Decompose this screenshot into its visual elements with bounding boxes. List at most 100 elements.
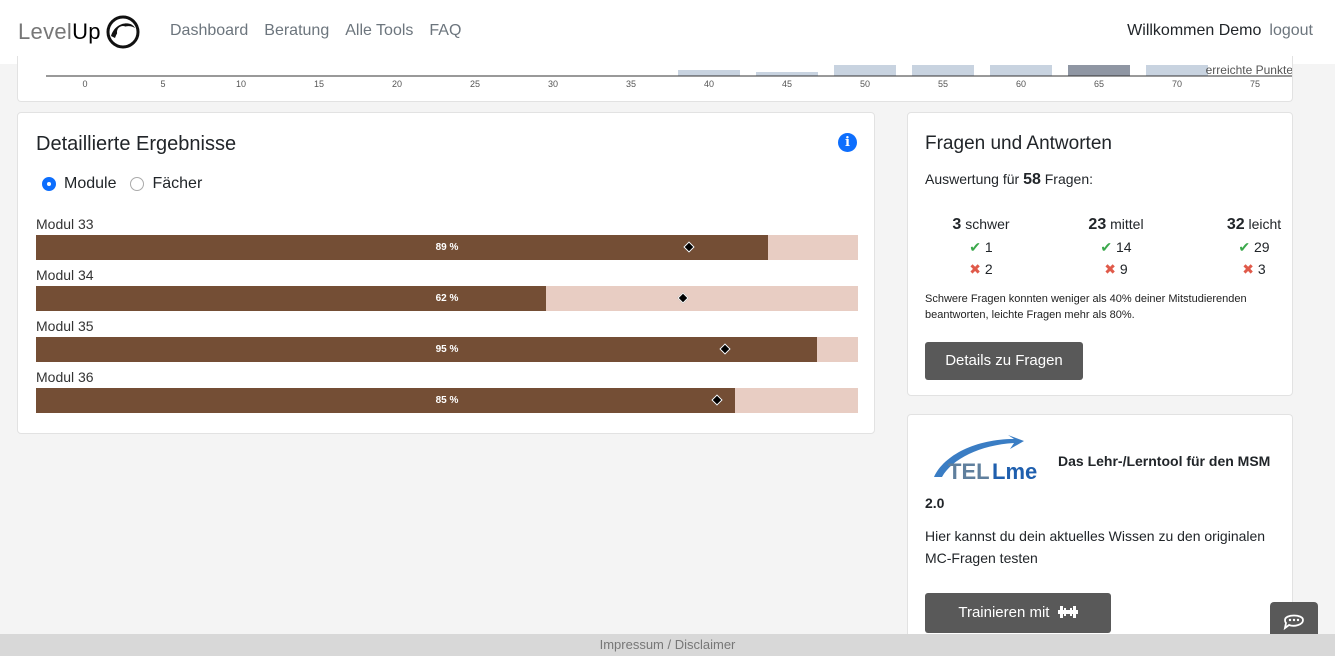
- x-axis-label: erreichte Punkte: [1206, 63, 1293, 77]
- module-bar-track: 89 %: [36, 235, 858, 260]
- module-percent: 85 %: [435, 395, 459, 406]
- module-row[interactable]: Modul 36 85 %: [36, 369, 858, 413]
- nav-faq[interactable]: FAQ: [429, 22, 461, 40]
- main-nav: Dashboard Beratung Alle Tools FAQ: [170, 22, 461, 40]
- nav-dashboard[interactable]: Dashboard: [170, 22, 248, 40]
- cross-icon: ✖: [969, 261, 982, 277]
- x-tick-label: 70: [1172, 79, 1182, 89]
- qa-summary: Auswertung für 58 Fragen:: [925, 171, 1093, 189]
- hard-count: 3: [952, 216, 962, 233]
- logout-link[interactable]: logout: [1269, 22, 1313, 40]
- user-area: Willkommen Demo logout: [1127, 22, 1313, 40]
- navbar: Level Up Dashboard Beratung Alle Tools FA…: [0, 0, 1335, 64]
- points-histogram: 0 5 10 15 20 25 30 35 40 45 50 55 60 65 70 75 erreichte…: [46, 63, 1293, 89]
- module-label: Modul 33: [36, 216, 94, 232]
- nav-alle-tools[interactable]: Alle Tools: [345, 22, 413, 40]
- results-title: Detaillierte Ergebnisse: [36, 133, 237, 155]
- qa-note: Schwere Fragen konnten weniger als 40% d…: [925, 293, 1247, 321]
- x-tick-label: 35: [626, 79, 636, 89]
- easy-wrong: 3: [1257, 261, 1266, 277]
- medium-correct: 14: [1116, 239, 1132, 255]
- details-questions-button[interactable]: Details zu Fragen: [925, 342, 1083, 380]
- x-tick-label: 45: [782, 79, 792, 89]
- hist-bar: [1146, 65, 1208, 76]
- view-toggle: Module Fächer: [42, 175, 216, 193]
- tellme-logo-text-a: TEL: [948, 459, 990, 483]
- module-percent: 89 %: [435, 242, 459, 253]
- easy-count: 32: [1226, 216, 1245, 233]
- qa-title: Fragen und Antworten: [925, 133, 1112, 154]
- train-with-label: Trainieren mit: [958, 604, 1050, 621]
- hist-bar: [834, 65, 896, 76]
- tellme-version: 2.0: [925, 495, 945, 511]
- footer: Impressum / Disclaimer: [0, 634, 1335, 656]
- hist-bar: [990, 65, 1052, 76]
- module-label: Modul 35: [36, 318, 94, 334]
- module-bar-track: 95 %: [36, 337, 858, 362]
- module-percent: 95 %: [435, 344, 459, 355]
- cross-icon: ✖: [1104, 261, 1117, 277]
- module-row[interactable]: Modul 34 62 %: [36, 267, 858, 311]
- qa-summary-prefix: Auswertung für: [925, 171, 1020, 187]
- x-tick-label: 40: [704, 79, 714, 89]
- check-icon: ✔: [1238, 239, 1251, 255]
- hist-bar: [756, 72, 818, 76]
- hist-bar: [912, 65, 974, 76]
- qa-summary-suffix: Fragen:: [1044, 171, 1093, 187]
- medium-wrong: 9: [1119, 261, 1128, 277]
- hist-bar-highlight: [1068, 65, 1130, 76]
- module-bar-track: 62 %: [36, 286, 858, 311]
- qa-col-easy: 32 leicht ✔ 29 ✖ 3: [1218, 213, 1290, 280]
- radio-subjects-label[interactable]: Fächer: [152, 175, 202, 193]
- dumbbell-icon: [1057, 606, 1078, 618]
- levelup-swirl-icon: [106, 15, 140, 49]
- hist-bar: [678, 70, 740, 76]
- brand-text-up: Up: [72, 19, 101, 44]
- x-tick-label: 20: [392, 79, 402, 89]
- train-with-button[interactable]: Trainieren mit: [925, 593, 1111, 633]
- x-axis-ticks: 0 5 10 15 20 25 30 35 40 45 50 55 60 65 70 75: [82, 79, 1260, 89]
- questions-answers-card: Fragen und Antworten Auswertung für 58 F…: [907, 112, 1293, 396]
- chat-button[interactable]: [1270, 602, 1318, 638]
- info-icon[interactable]: i: [838, 133, 857, 152]
- x-tick-label: 55: [938, 79, 948, 89]
- x-tick-label: 25: [470, 79, 480, 89]
- brand-text-level: Level: [18, 19, 73, 44]
- check-icon: ✔: [1100, 239, 1113, 255]
- chat-icon: [1283, 614, 1304, 631]
- module-row[interactable]: Modul 35 95 %: [36, 318, 858, 362]
- x-tick-label: 60: [1016, 79, 1026, 89]
- impressum-link[interactable]: Impressum / Disclaimer: [600, 637, 736, 652]
- qa-col-hard: 3 schwer ✔ 1 ✖ 2: [946, 213, 1016, 280]
- module-row[interactable]: Modul 33 89 %: [36, 216, 858, 260]
- hard-label: schwer: [965, 216, 1010, 232]
- qa-total-count: 58: [1023, 171, 1041, 188]
- module-label: Modul 34: [36, 267, 94, 283]
- points-chart-card: 0 5 10 15 20 25 30 35 40 45 50 55 60 65 70 75 erreichte…: [17, 56, 1293, 102]
- x-tick-label: 0: [82, 79, 87, 89]
- x-tick-label: 75: [1250, 79, 1260, 89]
- radio-modules[interactable]: [42, 177, 56, 191]
- nav-beratung[interactable]: Beratung: [264, 22, 329, 40]
- check-icon: ✔: [969, 239, 982, 255]
- tellme-heading: Das Lehr-/Lerntool für den MSM: [1058, 453, 1271, 469]
- x-tick-label: 50: [860, 79, 870, 89]
- tellme-card: TEL Lme Das Lehr-/Lerntool für den MSM 2…: [907, 414, 1293, 654]
- brand-logo[interactable]: Level Up: [18, 14, 141, 50]
- module-percent: 62 %: [435, 293, 459, 304]
- medium-label: mittel: [1110, 216, 1144, 232]
- x-tick-label: 10: [236, 79, 246, 89]
- module-label: Modul 36: [36, 369, 94, 385]
- radio-subjects[interactable]: [130, 177, 145, 191]
- cross-icon: ✖: [1242, 261, 1255, 277]
- hard-wrong: 2: [984, 261, 993, 277]
- easy-label: leicht: [1248, 216, 1282, 232]
- module-bar-track: 85 %: [36, 388, 858, 413]
- welcome-text: Willkommen Demo: [1127, 22, 1262, 39]
- qa-col-medium: 23 mittel ✔ 14 ✖ 9: [1080, 213, 1152, 280]
- x-tick-label: 65: [1094, 79, 1104, 89]
- x-tick-label: 30: [548, 79, 558, 89]
- x-tick-label: 5: [160, 79, 165, 89]
- radio-modules-label[interactable]: Module: [64, 175, 116, 193]
- easy-correct: 29: [1254, 239, 1270, 255]
